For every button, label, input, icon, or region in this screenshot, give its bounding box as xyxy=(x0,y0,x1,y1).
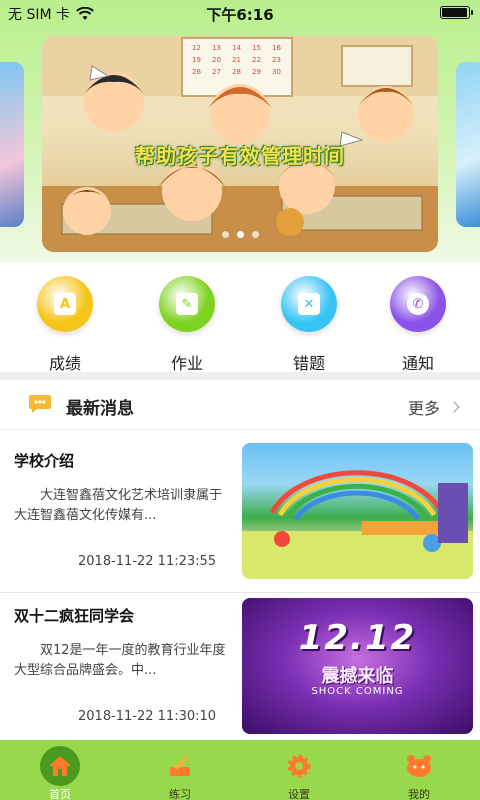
carousel-dot[interactable] xyxy=(221,231,229,238)
promo-english: SHOCK COMING xyxy=(311,686,404,697)
gear-icon xyxy=(279,746,319,786)
calendar-number: 19 xyxy=(192,56,201,64)
news-more-label: 更多 xyxy=(407,399,440,418)
calendar-number: 15 xyxy=(252,44,261,52)
battery-level xyxy=(442,8,467,17)
wrong-question-glyph: ✕ xyxy=(298,293,320,315)
feature-grades[interactable]: A 成绩 xyxy=(25,276,105,374)
feature-label: 成绩 xyxy=(48,354,81,373)
banner-prev-peek[interactable] xyxy=(0,62,24,227)
calendar-number: 20 xyxy=(212,56,221,64)
news-item-summary: 大连智鑫蓓文化艺术培训隶属于大连智鑫蓓文化传媒有... xyxy=(14,488,223,523)
calendar-number: 23 xyxy=(272,56,281,64)
kid-face-4 xyxy=(162,161,222,221)
calendar-number: 29 xyxy=(252,68,261,76)
news-item-double-twelve[interactable]: 双十二疯狂同学会 双12是一年一度的教育行业年度大型综合品牌盛会。中... 20… xyxy=(0,592,480,740)
news-item-thumbnail xyxy=(242,443,473,579)
banner-next-peek[interactable] xyxy=(456,62,480,227)
pencil-icon: ✎ xyxy=(159,276,215,332)
tab-label: 首页 xyxy=(49,788,71,800)
chat-bubble-icon xyxy=(29,395,51,413)
phone-icon: ✆ xyxy=(390,276,446,332)
calendar-number: 30 xyxy=(272,68,281,76)
feature-label: 作业 xyxy=(170,354,203,373)
feature-label: 错题 xyxy=(292,354,325,373)
calendar-number: 27 xyxy=(212,68,221,76)
face-icon xyxy=(399,746,439,786)
tab-practice[interactable]: 练习 xyxy=(140,740,220,800)
calendar-number: 13 xyxy=(212,44,221,52)
battery-icon xyxy=(440,6,473,19)
news-item-date: 2018-11-22 11:30:10 xyxy=(78,709,217,724)
calendar-number: 22 xyxy=(252,56,261,64)
tab-home[interactable]: 首页 xyxy=(20,740,100,800)
promo-subtitle: 震撼来临 xyxy=(321,666,394,687)
news-item-thumbnail: 12.12 震撼来临 SHOCK COMING xyxy=(242,598,473,734)
home-icon xyxy=(40,746,80,786)
calendar-number: 16 xyxy=(272,44,281,52)
kid-face-6 xyxy=(63,187,111,235)
tab-label: 设置 xyxy=(288,788,310,800)
news-item-summary: 双12是一年一度的教育行业年度大型综合品牌盛会。中... xyxy=(14,643,226,678)
feature-wrong-questions[interactable]: ✕ 错题 xyxy=(269,276,349,374)
carousel-dots xyxy=(42,231,438,238)
phone-glyph: ✆ xyxy=(407,293,429,315)
calendar-number: 21 xyxy=(232,56,241,64)
news-item-title: 学校介绍 xyxy=(14,452,75,470)
classroom-photo xyxy=(242,470,473,579)
status-bar: 无 SIM 卡 下午6:16 xyxy=(0,0,480,26)
news-item-date: 2018-11-22 11:23:55 xyxy=(78,554,217,569)
tab-mine[interactable]: 我的 xyxy=(379,740,459,800)
calendar-number: 12 xyxy=(192,44,201,52)
banner-caption: 帮助孩子有效管理时间 xyxy=(135,144,345,168)
carousel-dot[interactable] xyxy=(236,231,244,238)
news-section-title: 最新消息 xyxy=(66,399,134,419)
news-item-school-intro[interactable]: 学校介绍 大连智鑫蓓文化艺术培训隶属于大连智鑫蓓文化传媒有... 2018-11… xyxy=(0,438,480,586)
chevron-right-icon xyxy=(448,401,460,413)
feature-label: 通知 xyxy=(401,354,434,373)
calendar-number: 26 xyxy=(192,68,201,76)
kid-face-3 xyxy=(358,86,414,142)
grade-a-glyph: A xyxy=(54,293,76,315)
news-more-link[interactable]: 更多 xyxy=(407,395,460,419)
feature-grid: A 成绩 ✎ 作业 ✕ 错题 ✆ 通知 xyxy=(0,262,480,374)
banner-carousel[interactable]: 12 13 14 15 16 19 20 21 22 23 26 27 28 29 30 帮助孩子有效管理时… xyxy=(42,36,438,252)
grade-a-icon: A xyxy=(37,276,93,332)
tab-label: 练习 xyxy=(169,788,191,800)
news-item-title: 双十二疯狂同学会 xyxy=(14,607,135,625)
bottom-tab-bar: 首页 练习 设置 我的 xyxy=(0,740,480,800)
calendar-number: 28 xyxy=(232,68,241,76)
news-section-header: 最新消息 更多 xyxy=(0,380,480,430)
feature-notices[interactable]: ✆ 通知 xyxy=(378,276,458,374)
feature-homework[interactable]: ✎ 作业 xyxy=(147,276,227,374)
tab-settings[interactable]: 设置 xyxy=(259,740,339,800)
promo-logo-text: 12.12 xyxy=(298,618,417,658)
status-time: 下午6:16 xyxy=(206,6,274,24)
pencil-paper-icon xyxy=(160,746,200,786)
wrong-question-icon: ✕ xyxy=(281,276,337,332)
tab-label: 我的 xyxy=(408,788,430,800)
section-divider xyxy=(0,372,480,380)
calendar-number: 14 xyxy=(232,44,241,52)
carousel-dot[interactable] xyxy=(251,231,259,238)
pencil-glyph: ✎ xyxy=(176,293,198,315)
